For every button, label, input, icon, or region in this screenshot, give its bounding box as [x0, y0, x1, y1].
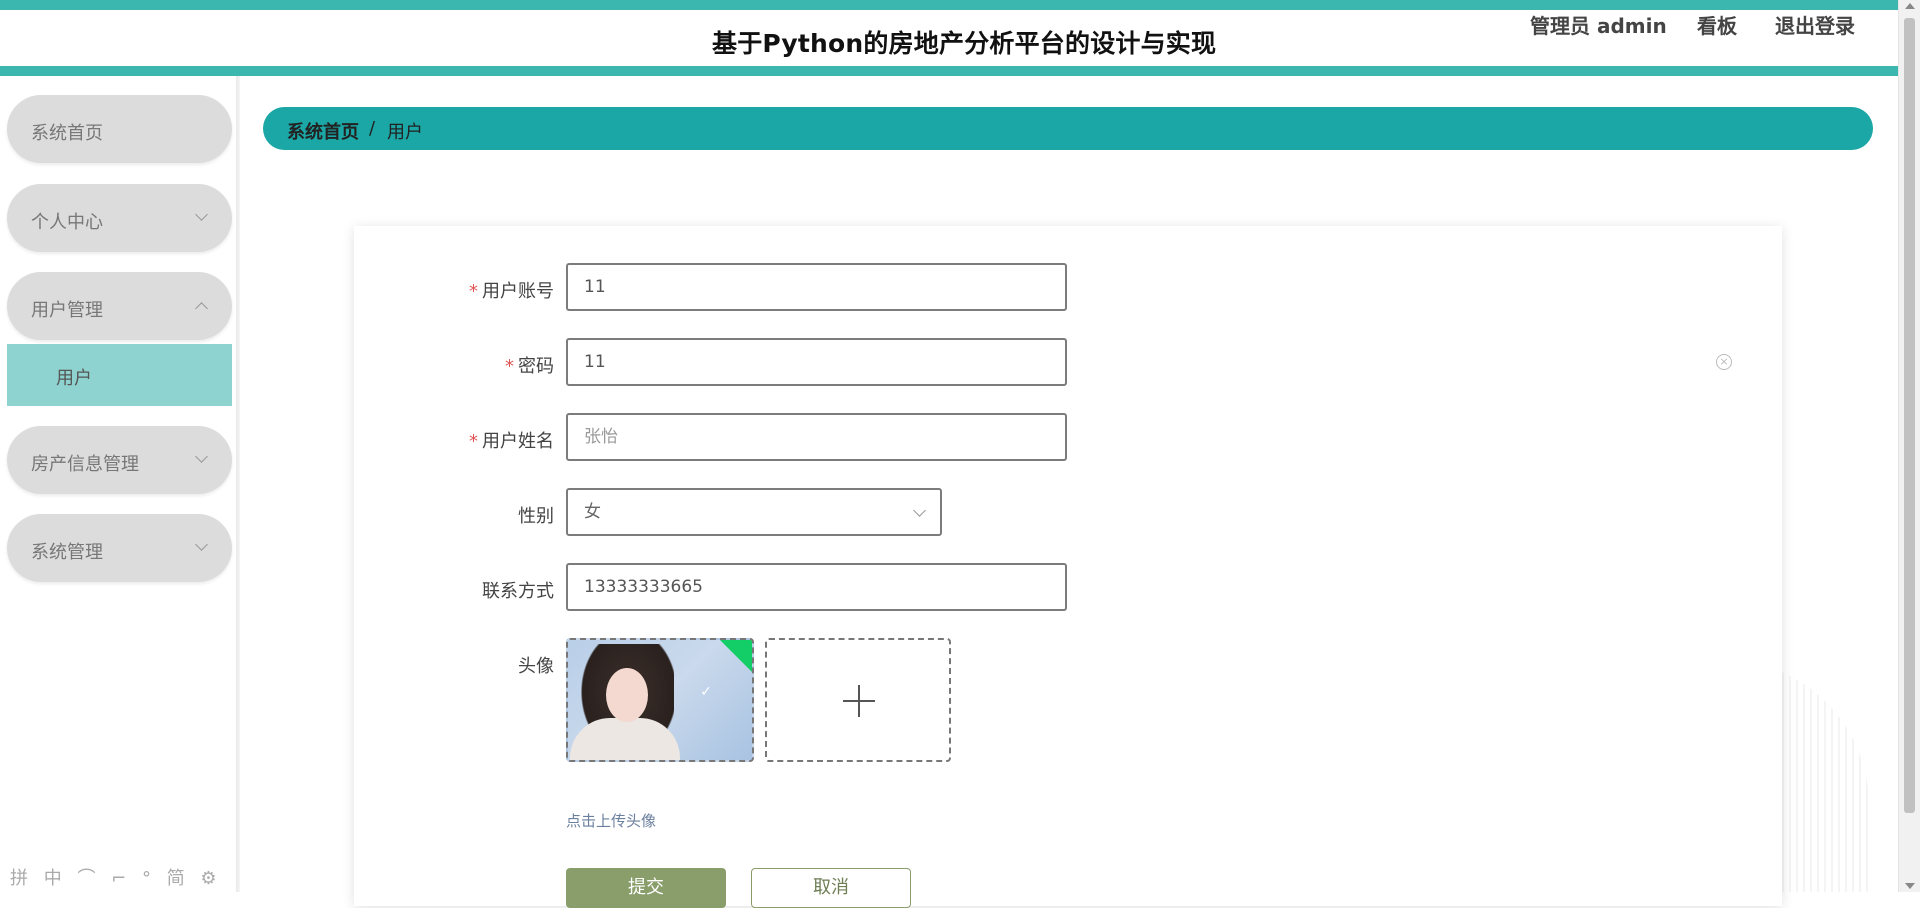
avatar-label: 头像 — [518, 656, 554, 677]
cancel-button[interactable]: 取消 — [751, 868, 911, 908]
dashboard-link[interactable]: 看板 — [1697, 10, 1737, 39]
scroll-down-arrow-icon[interactable] — [1905, 883, 1915, 889]
sidebar-item-system-management[interactable]: 系统管理 — [7, 514, 232, 582]
scroll-up-arrow-icon[interactable] — [1905, 3, 1915, 9]
contact-input[interactable]: 13333333665 — [566, 563, 1067, 611]
submit-button[interactable]: 提交 — [566, 868, 726, 908]
sidebar-item-property-management[interactable]: 房产信息管理 — [7, 426, 232, 494]
sidebar-item-label: 用户管理 — [31, 300, 103, 321]
chevron-up-icon — [195, 302, 208, 315]
sidebar-item-label: 房产信息管理 — [31, 454, 139, 475]
sidebar-item-label: 系统首页 — [31, 123, 103, 144]
chevron-down-icon — [913, 504, 926, 517]
password-label: * 密码 — [505, 356, 554, 377]
scroll-thumb[interactable] — [1904, 18, 1915, 813]
name-label: * 用户姓名 — [469, 431, 554, 452]
avatar-preview[interactable]: ✓ — [566, 638, 754, 762]
plus-icon-vertical — [858, 685, 860, 717]
avatar-upload-tip: 点击上传头像 — [566, 812, 657, 830]
chevron-down-icon — [195, 450, 208, 463]
sidebar-item-label: 个人中心 — [31, 212, 103, 233]
gender-select[interactable]: 女 — [566, 488, 942, 536]
gender-label: 性别 — [518, 506, 554, 527]
avatar-upload-button[interactable] — [765, 638, 951, 762]
password-input[interactable]: 11 — [566, 338, 1067, 386]
name-input[interactable]: 张怡 — [566, 413, 1067, 461]
admin-user-label: 管理员 admin — [1530, 14, 1667, 38]
account-label: * 用户账号 — [469, 281, 554, 302]
logout-link[interactable]: 退出登录 — [1775, 10, 1855, 39]
sidebar-item-label: 系统管理 — [31, 542, 103, 563]
gender-select-value: 女 — [584, 502, 601, 522]
chevron-down-icon — [195, 538, 208, 551]
breadcrumb: 系统首页 / 用户 — [263, 107, 1873, 150]
header-bottom-stripe — [0, 66, 1899, 76]
sidebar-item-personal-center[interactable]: 个人中心 — [7, 184, 232, 252]
page-title: 基于Python的房地产分析平台的设计与实现 — [712, 29, 1217, 58]
account-input[interactable]: 11 — [566, 263, 1067, 311]
contact-label: 联系方式 — [482, 581, 554, 602]
breadcrumb-home-link[interactable]: 系统首页 — [287, 118, 359, 144]
upload-success-badge — [718, 640, 752, 674]
avatar-face — [606, 668, 648, 722]
sidebar: 系统首页 个人中心 用户管理 用户 房产信息管理 系统管理 — [0, 76, 236, 892]
sidebar-divider — [236, 76, 240, 892]
breadcrumb-current: 用户 — [387, 122, 423, 143]
sidebar-item-user-management[interactable]: 用户管理 — [7, 272, 232, 340]
check-icon: ✓ — [700, 684, 712, 700]
sidebar-subitem-label: 用户 — [56, 368, 92, 389]
page-scrollbar[interactable] — [1898, 0, 1920, 892]
header-top-stripe — [0, 0, 1899, 10]
sidebar-item-home[interactable]: 系统首页 — [7, 95, 232, 163]
ime-toolbar[interactable]: 拼 中 ⌒ ⌐ ° 简 ⚙ — [10, 864, 222, 890]
chevron-down-icon — [195, 208, 208, 221]
breadcrumb-separator: / — [369, 118, 376, 139]
clear-circle-icon[interactable]: × — [1716, 354, 1732, 370]
header-bar: 基于Python的房地产分析平台的设计与实现 管理员 admin 看板 退出登录 — [0, 10, 1899, 66]
sidebar-subitem-users[interactable]: 用户 — [7, 344, 232, 406]
